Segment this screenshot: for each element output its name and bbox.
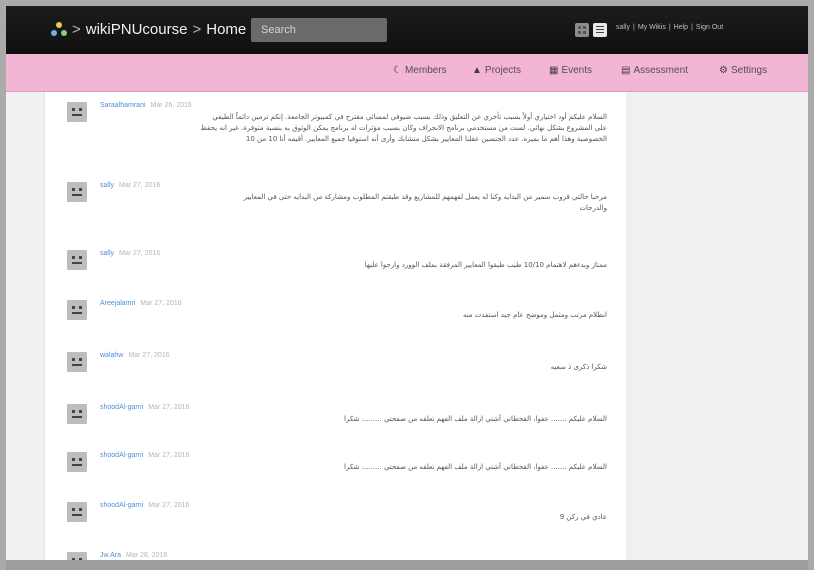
comment-meta: walahw Mar 27, 2016 — [100, 352, 170, 359]
nav-item-label: Events — [561, 65, 593, 76]
comment-body: ممتاز وبدءهم لاهتمام 10/10 طيب طبقوا الم… — [102, 260, 607, 271]
avatar[interactable] — [67, 404, 87, 424]
comment-line: والدرجات — [579, 204, 607, 212]
document-icon[interactable] — [593, 23, 607, 37]
comment-author[interactable]: shoodAl-garni — [100, 452, 143, 459]
comment-meta: shoodAl-garni Mar 27, 2016 — [100, 404, 189, 411]
user-link-sign-out[interactable]: Sign Out — [696, 24, 723, 31]
comment-meta: Areejalamri Mar 27, 2016 — [100, 300, 182, 307]
user-link-help[interactable]: Help — [674, 24, 688, 31]
comment-date: Mar 28, 2016 — [126, 552, 168, 559]
nav-item-settings[interactable]: ⚙ Settings — [719, 65, 767, 76]
comment-line: شكرا ذكرى ذ سعيه — [550, 363, 607, 371]
comment-body: السلام عليكم ....... عفوا، القحطاني أشتي… — [102, 462, 607, 473]
nav-item-label: Members — [404, 65, 447, 76]
comment-line: السلام عليكم ....... عفوا، القحطاني أشتي… — [343, 463, 607, 471]
settings-icon: ⚙ — [719, 65, 728, 76]
breadcrumb-separator: > — [72, 21, 81, 38]
search-input[interactable] — [251, 18, 387, 42]
comment-meta: Jw.Ara Mar 28, 2016 — [100, 552, 167, 559]
comment-author[interactable]: Areejalamri — [100, 300, 135, 307]
link-separator: | — [691, 24, 693, 31]
comment-line: انظلام مرتب ومثمل وموضح عام جيد استفدت م… — [462, 311, 607, 319]
breadcrumb: > wikiPNUcourse > Home — [72, 21, 246, 38]
comment-line: على المشروع بشكل نهائي. لست من مستخدمي ب… — [200, 124, 607, 132]
comment-line: ممتاز وبدءهم لاهتمام 10/10 طيب طبقوا الم… — [364, 261, 607, 269]
wiki-nav-bar: ☾ Members ▲ Projects ▦ Events ▤ Assessme… — [6, 54, 808, 92]
wiki-logo-icon[interactable] — [50, 21, 68, 39]
events-icon: ▦ — [549, 65, 559, 76]
comment-date: Mar 27, 2016 — [140, 300, 182, 307]
comments-stream[interactable]: Saraalhamrani Mar 26, 2016 السلام عليكم أ… — [44, 92, 627, 560]
comment-line: السلام عليكم أود اختياري أولاً بسبب تأخر… — [212, 113, 607, 121]
comment-date: Mar 27, 2016 — [119, 182, 161, 189]
nav-item-members[interactable]: ☾ Members — [393, 65, 447, 76]
comment-body: شكرا ذكرى ذ سعيه — [102, 362, 607, 373]
projects-icon: ▲ — [472, 65, 482, 76]
comment-body: انظلام مرتب ومثمل وموضح عام جيد استفدت م… — [102, 310, 607, 321]
breadcrumb-page-home[interactable]: Home — [206, 21, 246, 38]
user-link-sally[interactable]: sally — [616, 24, 630, 31]
nav-item-label: Assessment — [633, 65, 688, 76]
comment-body: السلام عليكم أود اختياري أولاً بسبب تأخر… — [102, 112, 607, 145]
breadcrumb-separator: > — [192, 21, 202, 38]
comment-date: Mar 27, 2016 — [128, 352, 170, 359]
comment-author[interactable]: shoodAl-garni — [100, 404, 143, 411]
comment-author[interactable]: Jw.Ara — [100, 552, 121, 559]
comment-meta: shoodAl-garni Mar 27, 2016 — [100, 502, 189, 509]
comment-date: Mar 27, 2016 — [148, 404, 190, 411]
comment-body: السلام عليكم ....... عفوا، القحطاني أشتي… — [102, 414, 607, 425]
page-content: Saraalhamrani Mar 26, 2016 السلام عليكم أ… — [6, 92, 808, 560]
comment-line: مرحبا خالتي قروب سمير من البدايه وكنا له… — [243, 193, 607, 201]
breadcrumb-site-link[interactable]: wikiPNUcourse — [86, 21, 188, 38]
nav-item-label: Projects — [484, 65, 522, 76]
assessment-icon: ▤ — [621, 65, 631, 76]
comment-date: Mar 27, 2016 — [148, 502, 190, 509]
bottom-scroll-bar[interactable] — [6, 560, 808, 570]
avatar[interactable] — [67, 102, 87, 122]
avatar[interactable] — [67, 452, 87, 472]
comment-author[interactable]: shoodAl-garni — [100, 502, 143, 509]
comment-body: عادي في ركن 9 — [102, 512, 607, 523]
members-icon: ☾ — [393, 65, 402, 76]
avatar[interactable] — [67, 250, 87, 270]
avatar[interactable] — [67, 502, 87, 522]
comment-date: Mar 26, 2016 — [150, 102, 192, 109]
avatar[interactable] — [67, 552, 87, 560]
nav-item-assessment[interactable]: ▤ Assessment — [621, 65, 688, 76]
comment-line: عادي في ركن 9 — [559, 513, 607, 521]
comment-author[interactable]: Saraalhamrani — [100, 102, 146, 109]
comment-date: Mar 27, 2016 — [148, 452, 190, 459]
link-separator: | — [668, 24, 671, 31]
comment-author[interactable]: walahw — [100, 352, 123, 359]
comment-author[interactable]: sally — [100, 182, 114, 189]
comment-meta: shoodAl-garni Mar 27, 2016 — [100, 452, 189, 459]
user-links: sally | My Wikis | Help | Sign Out — [616, 24, 723, 31]
apps-grid-icon[interactable] — [575, 23, 589, 37]
comment-date: Mar 27, 2016 — [119, 250, 161, 257]
link-separator: | — [633, 24, 635, 31]
comment-line: السلام عليكم ....... عفوا، القحطاني أشتي… — [343, 415, 607, 423]
nav-item-label: Settings — [730, 65, 768, 76]
user-link-my-wikis[interactable]: My Wikis — [638, 24, 666, 31]
right-sidebar — [626, 92, 808, 560]
top-bar: > wikiPNUcourse > Home sally | My Wikis … — [6, 6, 808, 54]
comment-meta: Saraalhamrani Mar 26, 2016 — [100, 102, 192, 109]
avatar[interactable] — [67, 352, 87, 372]
comment-meta: sally Mar 27, 2016 — [100, 182, 160, 189]
nav-item-projects[interactable]: ▲ Projects — [472, 65, 521, 76]
comment-meta: sally Mar 27, 2016 — [100, 250, 160, 257]
comment-author[interactable]: sally — [100, 250, 114, 257]
avatar[interactable] — [67, 300, 87, 320]
nav-item-events[interactable]: ▦ Events — [549, 65, 592, 76]
comment-line: الخصوصية وهذا أهم ما يميزه. عدد الجنسين … — [245, 135, 607, 143]
avatar[interactable] — [67, 182, 87, 202]
comment-body: مرحبا خالتي قروب سمير من البدايه وكنا له… — [102, 192, 607, 214]
